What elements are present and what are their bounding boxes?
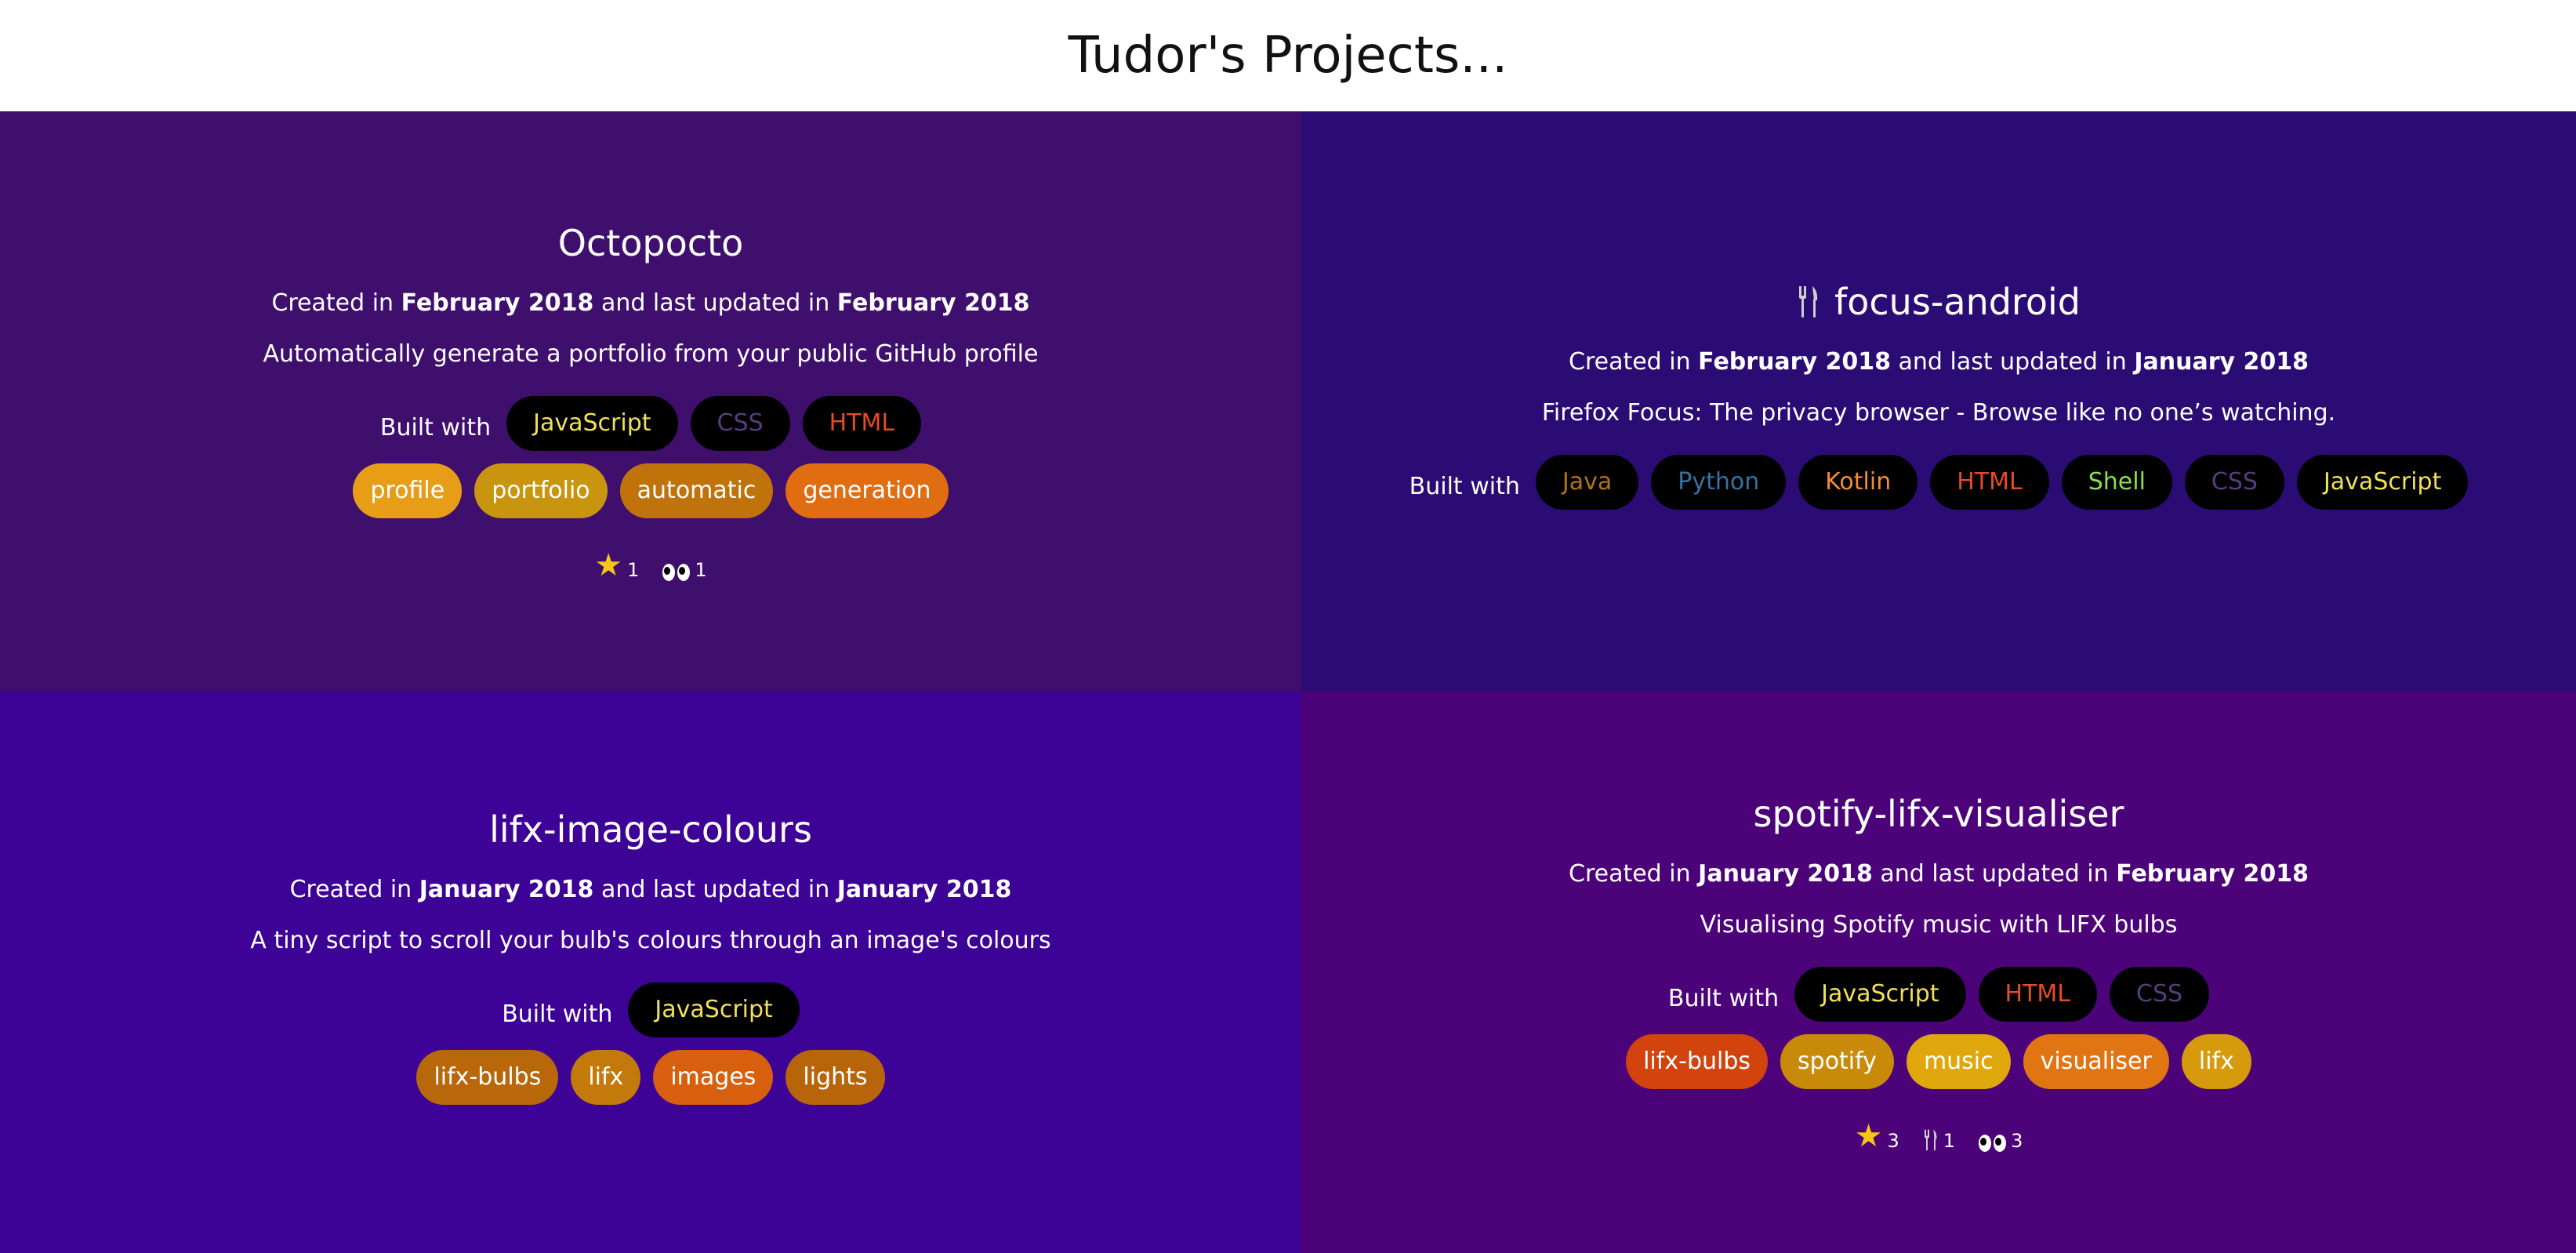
project-description: Automatically generate a portfolio from … <box>263 340 1039 368</box>
topic-tag[interactable]: lifx-bulbs <box>1626 1034 1769 1089</box>
created-date: January 2018 <box>419 876 594 903</box>
topics-row: lifx-bulbs spotify music visualiser lifx <box>1626 1034 2251 1089</box>
language-badge[interactable]: CSS <box>690 396 790 451</box>
page-header: Tudor's Projects... <box>0 0 2576 111</box>
project-dates: Created in January 2018 and last updated… <box>1569 860 2309 888</box>
eyes-icon <box>1979 1135 2007 1152</box>
topic-tag[interactable]: visualiser <box>2023 1034 2169 1089</box>
updated-date: February 2018 <box>2116 860 2309 888</box>
project-title[interactable]: lifx-image-colours <box>489 808 812 851</box>
project-dates: Created in January 2018 and last updated… <box>289 876 1012 903</box>
topic-tag[interactable]: lights <box>785 1050 885 1105</box>
built-with-label: Built with <box>1409 472 1520 500</box>
topics-row: profile portfolio automatic generation <box>353 463 949 518</box>
forks-count: 1 <box>1943 1130 1956 1152</box>
fork-icon <box>1923 1128 1939 1152</box>
language-badge[interactable]: Java <box>1535 455 1639 510</box>
topic-tag[interactable]: generation <box>785 463 949 518</box>
built-with-row: Built with JavaScript HTML CSS <box>1667 967 2210 1022</box>
language-badge[interactable]: HTML <box>1978 967 2098 1022</box>
stars-stat[interactable]: ★ 1 <box>594 550 639 581</box>
project-title-text: lifx-image-colours <box>489 808 812 851</box>
created-date: January 2018 <box>1698 860 1873 888</box>
language-badge[interactable]: Python <box>1651 455 1787 510</box>
project-title[interactable]: focus-android <box>1797 281 2081 323</box>
stars-count: 1 <box>627 559 640 581</box>
language-badge[interactable]: JavaScript <box>506 396 678 451</box>
project-card: lifx-image-colours Created in January 20… <box>0 692 1301 1253</box>
topic-tag[interactable]: profile <box>353 463 463 518</box>
language-badge[interactable]: JavaScript <box>1794 967 1966 1022</box>
updated-date: January 2018 <box>836 876 1012 903</box>
built-with-row: Built with JavaScript <box>502 982 800 1037</box>
created-date: February 2018 <box>1698 348 1891 376</box>
project-description: A tiny script to scroll your bulb's colo… <box>250 927 1051 954</box>
project-title[interactable]: spotify-lifx-visualiser <box>1754 793 2124 835</box>
project-dates: Created in February 2018 and last update… <box>271 289 1030 317</box>
project-title-text: focus-android <box>1834 281 2081 323</box>
project-card: focus-android Created in February 2018 a… <box>1301 111 2576 692</box>
page-title: Tudor's Projects... <box>1068 27 1508 85</box>
project-title[interactable]: Octopocto <box>558 222 744 264</box>
star-icon: ★ <box>1854 1118 1883 1154</box>
built-with-row: Built with Java Python Kotlin HTML Shell CSS Ja… <box>1410 455 2469 510</box>
language-badge[interactable]: HTML <box>1930 455 2049 510</box>
project-description: Firefox Focus: The privacy browser - Bro… <box>1541 399 2336 427</box>
project-title-text: Octopocto <box>557 222 744 264</box>
topic-tag[interactable]: music <box>1906 1034 2011 1089</box>
project-title-text: spotify-lifx-visualiser <box>1753 793 2124 835</box>
watchers-count: 1 <box>695 559 707 581</box>
topic-tag[interactable]: lifx <box>2181 1034 2251 1089</box>
topic-tag[interactable]: images <box>653 1050 774 1105</box>
language-badge[interactable]: JavaScript <box>2296 455 2469 510</box>
watchers-count: 3 <box>2011 1130 2023 1152</box>
star-icon: ★ <box>594 547 623 583</box>
built-with-row: Built with JavaScript CSS HTML <box>379 396 922 451</box>
topic-tag[interactable]: automatic <box>619 463 774 518</box>
project-card: Octopocto Created in February 2018 and l… <box>0 111 1301 692</box>
project-dates: Created in February 2018 and last update… <box>1569 348 2309 376</box>
project-description: Visualising Spotify music with LIFX bulb… <box>1700 911 2178 939</box>
topic-tag[interactable]: lifx-bulbs <box>416 1050 559 1105</box>
stats-row: ★ 3 1 3 <box>1855 1120 2023 1152</box>
topic-tag[interactable]: portfolio <box>474 463 608 518</box>
watchers-stat[interactable]: 3 <box>1979 1130 2023 1152</box>
stars-count: 3 <box>1887 1130 1899 1152</box>
language-badge[interactable]: HTML <box>802 396 922 451</box>
topic-tag[interactable]: spotify <box>1780 1034 1894 1089</box>
stars-stat[interactable]: ★ 3 <box>1855 1120 1899 1152</box>
language-badge[interactable]: Shell <box>2061 455 2172 510</box>
updated-date: February 2018 <box>836 289 1030 317</box>
built-with-label: Built with <box>1667 984 1780 1012</box>
projects-grid: Octopocto Created in February 2018 and l… <box>0 111 2576 1253</box>
eyes-icon <box>662 564 691 581</box>
language-badge[interactable]: JavaScript <box>628 982 800 1037</box>
project-card: spotify-lifx-visualiser Created in Janua… <box>1301 692 2576 1253</box>
updated-date: January 2018 <box>2134 348 2309 376</box>
topic-tag[interactable]: lifx <box>571 1050 641 1105</box>
language-badge[interactable]: Kotlin <box>1798 455 1918 510</box>
built-with-label: Built with <box>502 1000 613 1028</box>
topics-row: lifx-bulbs lifx images lights <box>416 1050 885 1105</box>
forks-stat[interactable]: 1 <box>1923 1128 1955 1152</box>
watchers-stat[interactable]: 1 <box>662 559 707 581</box>
stats-row: ★ 1 1 <box>594 550 707 581</box>
language-badge[interactable]: CSS <box>2110 967 2210 1022</box>
created-date: February 2018 <box>401 289 594 317</box>
language-badge[interactable]: CSS <box>2184 455 2284 510</box>
fork-icon <box>1797 285 1820 319</box>
built-with-label: Built with <box>379 413 492 441</box>
